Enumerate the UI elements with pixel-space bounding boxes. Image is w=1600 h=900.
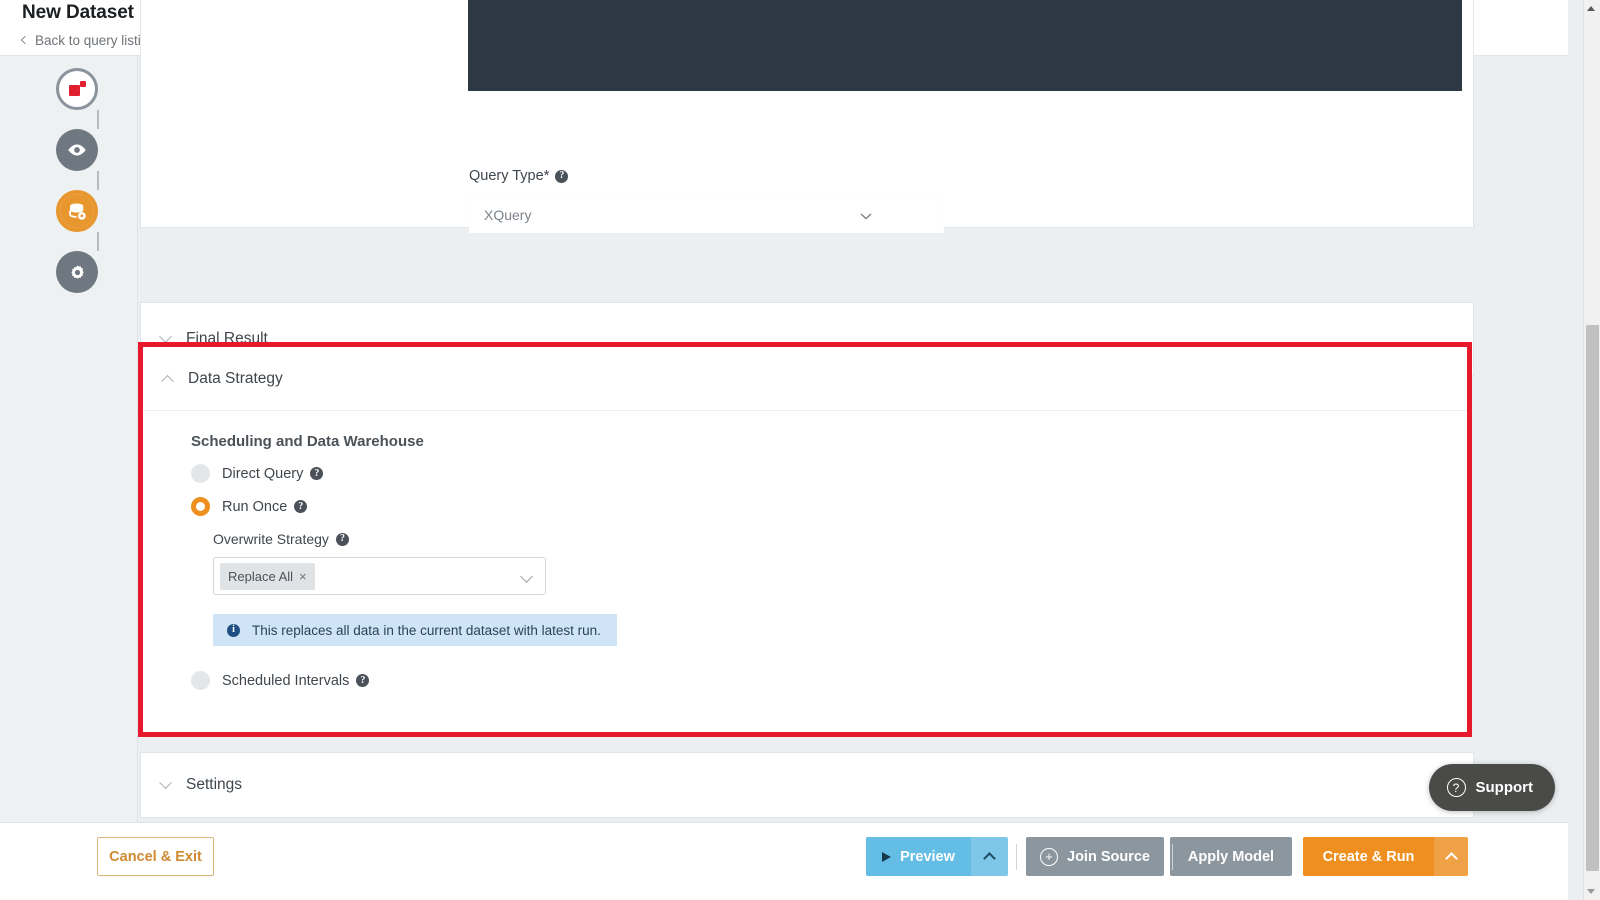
info-banner: i This replaces all data in the current …	[213, 614, 617, 646]
chevron-up-icon	[161, 375, 174, 388]
footer-divider	[1016, 844, 1017, 870]
gear-icon	[67, 262, 88, 283]
radio-label: Direct Query ?	[222, 466, 323, 482]
stepper-rail	[0, 56, 138, 900]
create-and-run-button[interactable]: Create & Run	[1303, 837, 1434, 876]
radio-indicator[interactable]	[191, 464, 210, 483]
data-strategy-title: Data Strategy	[188, 370, 283, 388]
stepper-connector	[97, 171, 99, 190]
play-icon	[882, 852, 891, 862]
stepper-connector	[97, 232, 99, 251]
question-circle-icon: ?	[1447, 778, 1466, 797]
scrollbar-thumb[interactable]	[1586, 325, 1599, 871]
settings-title: Settings	[186, 776, 242, 794]
query-type-select[interactable]: XQuery	[469, 197, 944, 233]
info-banner-text: This replaces all data in the current da…	[252, 623, 601, 638]
back-link-label: Back to query listing	[35, 33, 156, 48]
database-gear-icon	[67, 201, 88, 222]
overwrite-strategy-label: Overwrite Strategy ?	[213, 531, 349, 547]
create-and-run-dropdown-button[interactable]	[1434, 837, 1468, 876]
scroll-up-arrow-icon[interactable]	[1587, 6, 1595, 11]
footer-divider	[1172, 844, 1173, 870]
chevron-down-icon	[159, 330, 172, 343]
back-to-query-listing-link[interactable]: Back to query listing	[22, 33, 156, 48]
info-icon: i	[227, 624, 240, 637]
chevron-up-icon	[983, 852, 996, 865]
help-icon[interactable]: ?	[310, 467, 323, 480]
chevron-down-icon	[159, 776, 172, 789]
radio-option-direct-query[interactable]: Direct Query ?	[191, 464, 323, 483]
page-title: New Dataset	[22, 2, 134, 24]
query-panel: Query Type* ? XQuery	[140, 0, 1474, 228]
chevron-down-icon	[859, 209, 873, 223]
chevron-down-icon	[520, 570, 533, 583]
eye-icon	[66, 139, 88, 161]
data-strategy-panel: Data Strategy Scheduling and Data Wareho…	[138, 342, 1472, 737]
preview-button[interactable]: Preview	[866, 837, 971, 876]
apply-model-button[interactable]: Apply Model	[1170, 837, 1292, 876]
scroll-down-arrow-icon[interactable]	[1587, 889, 1595, 894]
footer-action-bar: Cancel & Exit Preview + Join Source Appl…	[0, 822, 1568, 900]
radio-indicator-selected[interactable]	[191, 497, 210, 516]
preview-dropdown-button[interactable]	[971, 837, 1008, 876]
red-squares-logo-icon	[66, 78, 88, 100]
help-icon[interactable]: ?	[336, 533, 349, 546]
stepper-item-settings[interactable]	[56, 251, 98, 293]
support-button[interactable]: ? Support	[1429, 764, 1556, 811]
query-code-editor[interactable]	[468, 0, 1462, 91]
vertical-scrollbar[interactable]	[1583, 0, 1600, 900]
query-type-label: Query Type* ?	[469, 168, 568, 184]
radio-indicator[interactable]	[191, 671, 210, 690]
settings-header[interactable]: Settings	[141, 753, 242, 817]
radio-label: Run Once ?	[222, 499, 307, 515]
stepper-item-logo[interactable]	[56, 68, 98, 110]
plus-circle-icon: +	[1040, 848, 1058, 866]
join-source-button[interactable]: + Join Source	[1026, 837, 1164, 876]
support-label: Support	[1476, 779, 1534, 796]
chevron-left-icon	[21, 36, 29, 44]
overwrite-strategy-select[interactable]: Replace All ×	[213, 557, 546, 595]
main-scroll-area: Query Type* ? XQuery Final Result Data S…	[138, 56, 1568, 822]
chip-label: Replace All	[228, 569, 293, 584]
stepper-item-preview[interactable]	[56, 129, 98, 171]
chip-remove-icon[interactable]: ×	[299, 570, 307, 583]
stepper-connector	[97, 110, 99, 129]
help-icon[interactable]: ?	[294, 500, 307, 513]
stepper-active-fill	[60, 194, 94, 228]
radio-option-scheduled-intervals[interactable]: Scheduled Intervals ?	[191, 671, 369, 690]
section-title: Scheduling and Data Warehouse	[191, 433, 424, 450]
data-strategy-header[interactable]: Data Strategy	[143, 347, 1467, 411]
query-type-value: XQuery	[484, 207, 531, 223]
preview-label: Preview	[900, 849, 955, 865]
cancel-and-exit-button[interactable]: Cancel & Exit	[97, 837, 214, 876]
radio-option-run-once[interactable]: Run Once ?	[191, 497, 307, 516]
help-icon[interactable]: ?	[356, 674, 369, 687]
radio-label: Scheduled Intervals ?	[222, 673, 369, 689]
app-root: New Dataset Back to query listing	[0, 0, 1600, 900]
join-source-label: Join Source	[1067, 849, 1150, 865]
selected-chip: Replace All ×	[220, 563, 315, 590]
settings-panel: Settings	[140, 752, 1474, 818]
chevron-up-icon	[1445, 852, 1458, 865]
help-icon[interactable]: ?	[555, 170, 568, 183]
stepper-item-data-source[interactable]	[56, 190, 98, 232]
